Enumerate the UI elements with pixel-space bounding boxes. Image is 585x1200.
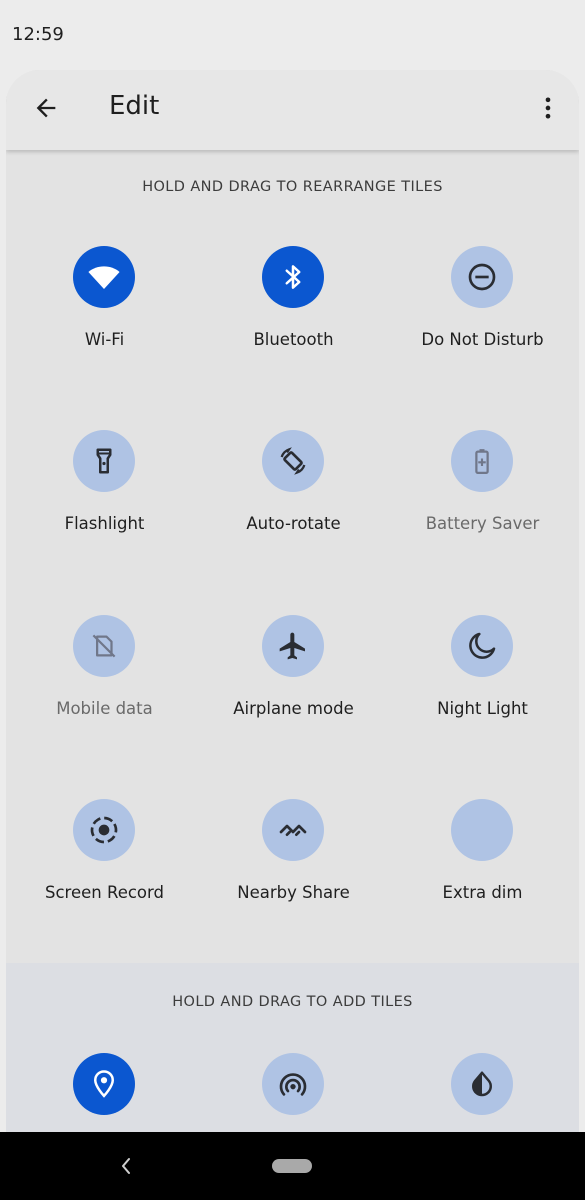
wifi-icon: [88, 266, 120, 290]
tile-label: Flashlight: [64, 514, 145, 533]
tile-label: Extra dim: [442, 883, 523, 902]
color-inversion-icon: [472, 1071, 492, 1097]
tile-extra-dim[interactable]: Extra dim: [390, 799, 575, 929]
nav-back-button[interactable]: [114, 1152, 138, 1180]
toolbar: Edit: [6, 70, 579, 150]
tile-airplane-mode[interactable]: Airplane mode: [201, 615, 386, 745]
mobile-data-off-icon: [92, 634, 116, 658]
tile-label: Mobile data: [56, 699, 153, 718]
tile-label: Wi-Fi: [84, 330, 125, 349]
arrow-back-icon: [36, 98, 56, 118]
add-tile-color-inversion[interactable]: [390, 1053, 575, 1132]
nearby-share-icon: [279, 824, 307, 836]
add-tile-hotspot[interactable]: [201, 1053, 386, 1132]
navigation-bar: [0, 1132, 585, 1200]
airplane-icon: [279, 632, 305, 660]
rearrange-section-title: HOLD AND DRAG TO REARRANGE TILES: [142, 179, 443, 195]
location-icon: [93, 1070, 115, 1098]
edit-panel: Edit HOLD AND DRAG TO REARRANGE TILES Wi…: [6, 70, 579, 1132]
more-vert-icon: [545, 97, 551, 119]
tile-label: Night Light: [437, 699, 528, 718]
tile-label: Auto-rotate: [246, 514, 341, 533]
do-not-disturb-icon: [468, 263, 496, 291]
hotspot-icon: [279, 1073, 307, 1096]
tile-mobile-data[interactable]: Mobile data: [12, 615, 197, 745]
tile-flashlight[interactable]: Flashlight: [12, 430, 197, 560]
chevron-left-icon: [122, 1158, 130, 1174]
tile-label: Battery Saver: [425, 514, 540, 533]
tile-nearby-share[interactable]: Nearby Share: [201, 799, 386, 929]
extra-dim-icon: [451, 799, 513, 861]
more-options-button[interactable]: [532, 90, 564, 126]
add-section-title: HOLD AND DRAG TO ADD TILES: [172, 994, 413, 1010]
tile-bluetooth[interactable]: Bluetooth: [201, 246, 386, 376]
screen-record-icon: [90, 816, 118, 844]
nav-home-pill[interactable]: [272, 1159, 312, 1173]
tile-label: Airplane mode: [233, 699, 354, 718]
bluetooth-icon: [285, 265, 301, 289]
tile-auto-rotate[interactable]: Auto-rotate: [201, 430, 386, 560]
tile-label: Do Not Disturb: [421, 330, 544, 349]
tile-night-light[interactable]: Night Light: [390, 615, 575, 745]
tile-screen-record[interactable]: Screen Record: [12, 799, 197, 929]
tile-battery-saver[interactable]: Battery Saver: [390, 430, 575, 560]
battery-saver-icon: [475, 449, 489, 474]
page-title: Edit: [109, 91, 160, 121]
add-tile-location[interactable]: [12, 1053, 197, 1132]
status-time: 12:59: [12, 24, 64, 45]
tile-label: Screen Record: [45, 883, 164, 902]
tile-label: Nearby Share: [237, 883, 350, 902]
auto-rotate-icon: [280, 447, 306, 475]
add-tiles-section: HOLD AND DRAG TO ADD TILES: [6, 963, 579, 1132]
flashlight-icon: [96, 448, 112, 474]
tile-wifi[interactable]: Wi-Fi: [12, 246, 197, 376]
status-bar: 12:59: [0, 0, 585, 68]
tile-label: Bluetooth: [253, 330, 334, 349]
back-button[interactable]: [28, 90, 64, 126]
moon-icon: [469, 632, 496, 659]
tile-do-not-disturb[interactable]: Do Not Disturb: [390, 246, 575, 376]
